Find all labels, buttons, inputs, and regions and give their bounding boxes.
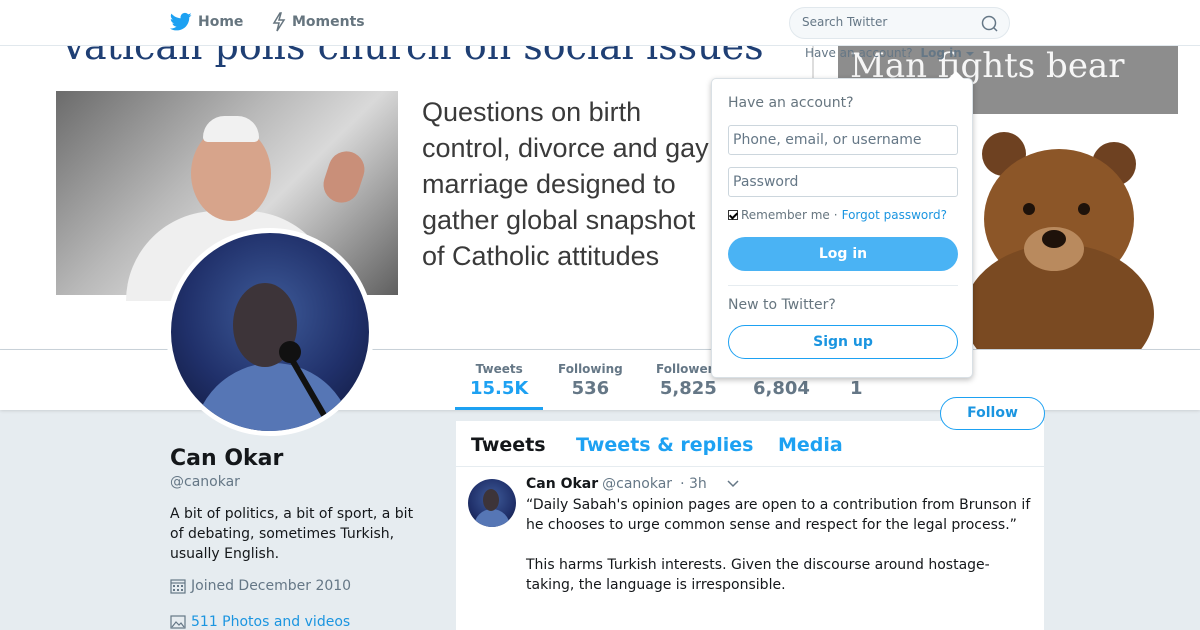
profile-avatar[interactable] (166, 228, 374, 436)
nav-moments-label: Moments (292, 14, 365, 30)
banner-headline: Vatican polls church on social issues (60, 46, 764, 68)
top-nav-bar: Home Moments (0, 0, 1200, 46)
forgot-password-link[interactable]: Forgot password? (842, 208, 947, 222)
tab-tweets-and-replies[interactable]: Tweets & replies (576, 434, 753, 456)
twitter-bird-icon (170, 12, 192, 31)
nav-home-label: Home (198, 14, 244, 30)
stat-tweets[interactable]: Tweets 15.5K (470, 362, 528, 399)
login-dropdown: Have an account? Remember me · Forgot pa… (711, 71, 973, 378)
profile-name[interactable]: Can Okar (170, 446, 283, 471)
nav-moments[interactable]: Moments (272, 12, 365, 32)
nav-home[interactable]: Home (170, 12, 243, 32)
profile-handle[interactable]: @canokar (170, 474, 240, 490)
tweet-timestamp[interactable]: · 3h (680, 476, 707, 492)
chevron-down-icon[interactable] (727, 480, 739, 488)
photo-icon (170, 615, 186, 629)
stat-following[interactable]: Following 536 (558, 362, 623, 399)
active-stat-underline (455, 407, 543, 410)
remember-label: Remember me (741, 208, 830, 222)
password-field[interactable] (728, 167, 958, 197)
banner-article-text: Questions on birth control, divorce and … (422, 97, 709, 271)
tab-tweets[interactable]: Tweets (471, 434, 546, 456)
search-icon[interactable] (981, 15, 998, 32)
remember-row: Remember me · Forgot password? (728, 208, 947, 222)
photos-and-videos-link[interactable]: 511 Photos and videos (170, 614, 350, 630)
search-box[interactable] (789, 7, 1010, 39)
lightning-icon (272, 12, 286, 32)
dropdown-heading: Have an account? (728, 95, 854, 111)
separator-dot: · (833, 208, 838, 222)
tab-media[interactable]: Media (778, 434, 843, 456)
chevron-down-icon[interactable] (965, 51, 974, 57)
follow-button[interactable]: Follow (940, 397, 1045, 430)
remember-checkbox[interactable] (728, 210, 738, 220)
tweet-text-comment: This harms Turkish interests. Given the … (526, 557, 990, 593)
tweet-author-handle[interactable]: @canokar (602, 476, 672, 492)
calendar-icon (170, 579, 186, 594)
new-to-twitter-text: New to Twitter? (728, 297, 836, 313)
search-input[interactable] (802, 15, 972, 29)
login-button[interactable]: Log in (728, 237, 958, 271)
profile-bio: A bit of politics, a bit of sport, a bit… (170, 506, 414, 562)
joined-date: Joined December 2010 (170, 578, 351, 594)
tweet-text: “Daily Sabah's opinion pages are open to… (526, 495, 1036, 595)
login-link[interactable]: Log in (920, 46, 961, 60)
tweet-header: Can Okar @canokar · 3h (526, 476, 739, 492)
tweet-avatar[interactable] (468, 479, 516, 527)
username-field[interactable] (728, 125, 958, 155)
tweet-author-name[interactable]: Can Okar (526, 476, 598, 492)
tweet-text-quote: “Daily Sabah's opinion pages are open to… (526, 497, 1031, 533)
signup-button[interactable]: Sign up (728, 325, 958, 359)
dropdown-divider (728, 285, 958, 286)
have-account-text: Have an account? (805, 46, 913, 60)
bear-image (964, 132, 1154, 349)
timeline: Tweets Tweets & replies Media Can Okar @… (456, 421, 1044, 630)
login-strip: Have an account? Log in (805, 46, 974, 60)
